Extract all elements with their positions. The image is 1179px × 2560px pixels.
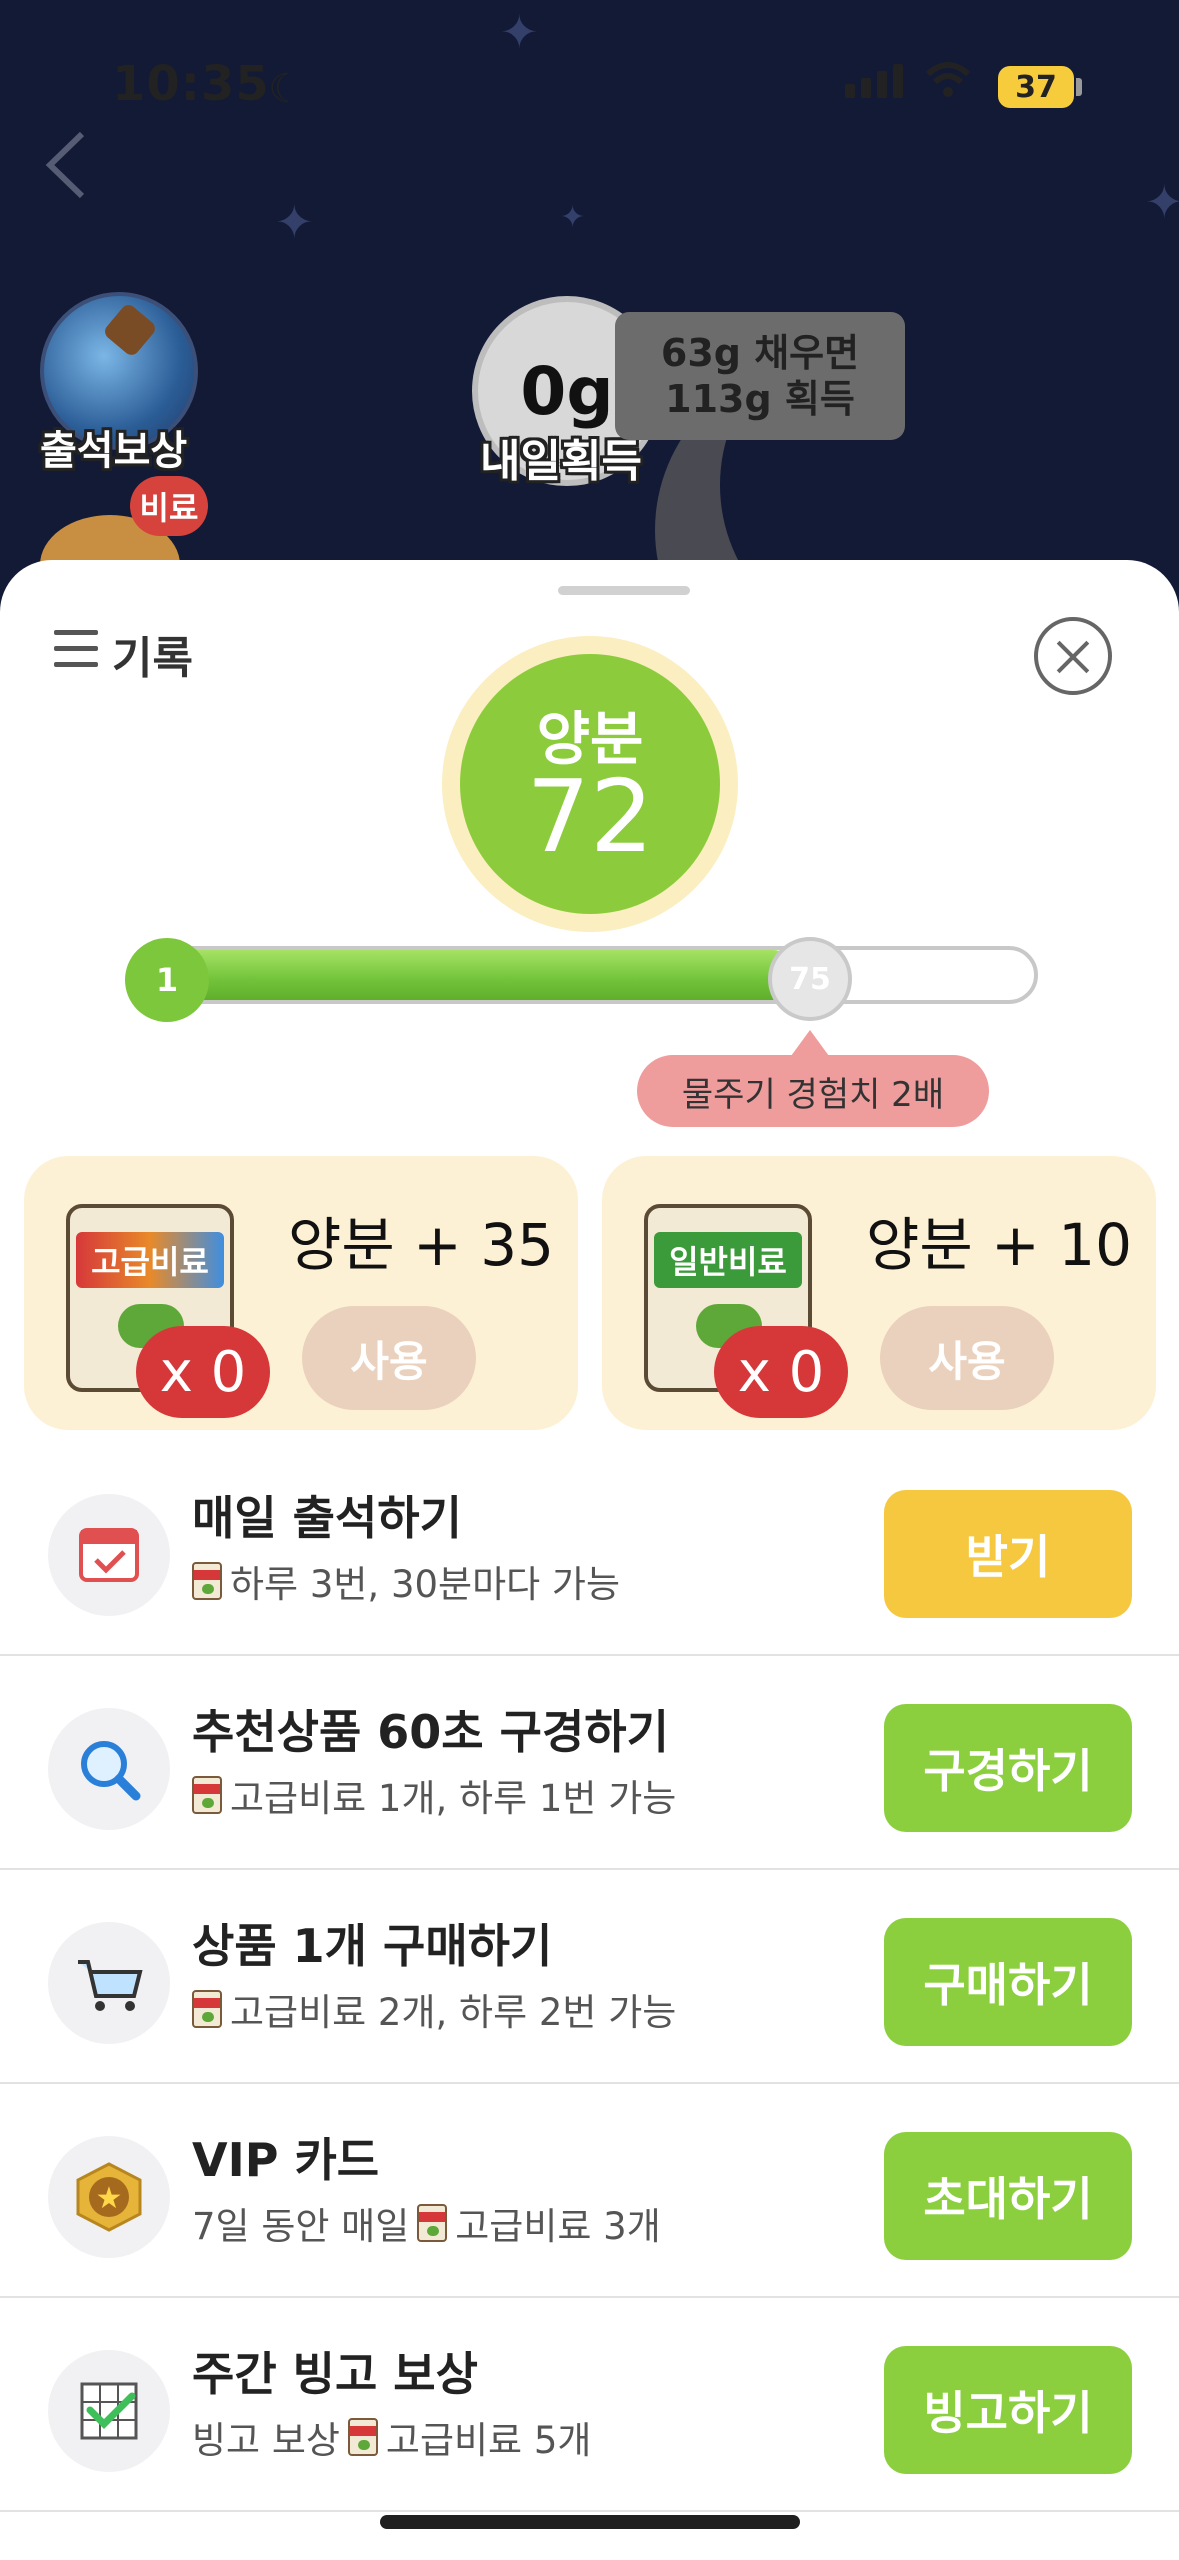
receive-button[interactable]: 받기 <box>884 1490 1132 1618</box>
fertilizer-mini-icon <box>192 1776 222 1814</box>
use-premium-fertilizer-button[interactable]: 사용 <box>302 1306 476 1410</box>
task-row-bingo: 주간 빙고 보상 빙고 보상 고급비료 5개 빙고하기 <box>0 2298 1179 2512</box>
task-subtitle-text: 고급비료 1개, 하루 1번 가능 <box>230 1777 677 1820</box>
task-subtitle-prefix: 빙고 보상 <box>192 2419 340 2462</box>
calendar-icon <box>48 1494 170 1616</box>
task-subtitle-text: 고급비료 5개 <box>385 2419 592 2462</box>
task-row-purchase: 상품 1개 구매하기 고급비료 2개, 하루 2번 가능 구매하기 <box>0 1870 1179 2084</box>
record-link[interactable]: 기록 <box>112 622 193 686</box>
fertilizer-title: 양분 + 10 <box>866 1211 1132 1279</box>
status-time: 10:35 <box>112 56 270 112</box>
purchase-button[interactable]: 구매하기 <box>884 1918 1132 2046</box>
wifi-icon <box>925 62 971 97</box>
fertilizer-badge: 비료 <box>130 476 208 536</box>
task-row-browse: 추천상품 60초 구경하기 고급비료 1개, 하루 1번 가능 구경하기 <box>0 1656 1179 1870</box>
task-subtitle: 하루 3번, 30분마다 가능 <box>192 1554 620 1608</box>
bingo-button[interactable]: 빙고하기 <box>884 2346 1132 2474</box>
attendance-reward-label[interactable]: 출석보상 <box>40 418 187 476</box>
moon-icon: ☾ <box>268 66 304 112</box>
nutrient-circle: 양분 72 <box>460 654 720 914</box>
star-icon: ✦ <box>275 195 314 249</box>
bubble-line1: 63g 채우면 <box>660 331 860 375</box>
task-title: 추천상품 60초 구경하기 <box>192 1705 669 1759</box>
fertilizer-mini-icon <box>192 1990 222 2028</box>
bingo-icon <box>48 2350 170 2472</box>
star-badge-icon: ★ <box>48 2136 170 2258</box>
fertilizer-title: 양분 + 35 <box>288 1211 554 1279</box>
bonus-tooltip: 물주기 경험치 2배 <box>637 1055 989 1127</box>
sheet-grab-handle[interactable] <box>558 586 690 595</box>
task-subtitle-text: 하루 3번, 30분마다 가능 <box>230 1563 620 1606</box>
invite-button[interactable]: 초대하기 <box>884 2132 1132 2260</box>
progress-fill <box>164 950 798 1000</box>
use-normal-fertilizer-button[interactable]: 사용 <box>880 1306 1054 1410</box>
task-subtitle-prefix: 7일 동안 매일 <box>192 2205 410 2248</box>
task-subtitle: 빙고 보상 고급비료 5개 <box>192 2410 591 2464</box>
fertilizer-mini-icon <box>192 1562 222 1600</box>
fertilizer-mini-icon <box>417 2204 448 2242</box>
reward-bubble: 63g 채우면 113g 획득 <box>615 312 905 440</box>
tooltip-arrow <box>791 1030 829 1056</box>
task-subtitle: 고급비료 1개, 하루 1번 가능 <box>192 1768 676 1822</box>
bag-label: 고급비료 <box>76 1232 224 1288</box>
star-icon: ✦ <box>1145 175 1179 229</box>
fertilizer-count-badge: x 0 <box>714 1326 848 1418</box>
svg-text:★: ★ <box>96 2181 123 2216</box>
premium-fertilizer-card: 고급비료 x 0 양분 + 35 사용 <box>24 1156 578 1430</box>
star-icon: ✦ <box>500 5 539 59</box>
task-subtitle-text: 고급비료 3개 <box>455 2205 661 2248</box>
task-title: 매일 출석하기 <box>192 1491 462 1545</box>
task-title: 상품 1개 구매하기 <box>192 1919 553 1973</box>
task-subtitle: 고급비료 2개, 하루 2번 가능 <box>192 1982 676 2036</box>
bag-label: 일반비료 <box>654 1232 802 1288</box>
close-icon[interactable] <box>1034 617 1112 695</box>
fertilizer-mini-icon <box>347 2418 378 2456</box>
back-arrow-icon[interactable] <box>40 130 90 200</box>
task-row-attendance: 매일 출석하기 하루 3번, 30분마다 가능 받기 <box>0 1442 1179 1656</box>
task-subtitle-text: 고급비료 2개, 하루 2번 가능 <box>230 1991 677 2034</box>
menu-icon[interactable] <box>54 630 98 678</box>
star-icon: ✦ <box>560 200 586 235</box>
progress-start-knob: 1 <box>125 938 209 1022</box>
normal-fertilizer-card: 일반비료 x 0 양분 + 10 사용 <box>602 1156 1156 1430</box>
battery-tip <box>1076 78 1082 96</box>
nutrient-value: 72 <box>526 758 654 875</box>
fertilizer-count-badge: x 0 <box>136 1326 270 1418</box>
task-title: VIP 카드 <box>192 2133 380 2187</box>
browse-button[interactable]: 구경하기 <box>884 1704 1132 1832</box>
signal-icon <box>845 64 903 98</box>
magnifier-icon <box>48 1708 170 1830</box>
home-indicator[interactable] <box>380 2515 800 2529</box>
battery-indicator: 37 <box>998 66 1074 108</box>
task-row-vip: ★ VIP 카드 7일 동안 매일 고급비료 3개 초대하기 <box>0 2084 1179 2298</box>
task-title: 주간 빙고 보상 <box>192 2347 478 2401</box>
bubble-line2: 113g 획득 <box>665 377 855 421</box>
cart-icon <box>48 1922 170 2044</box>
progress-end-knob: 75 <box>768 937 852 1021</box>
task-subtitle: 7일 동안 매일 고급비료 3개 <box>192 2196 661 2250</box>
